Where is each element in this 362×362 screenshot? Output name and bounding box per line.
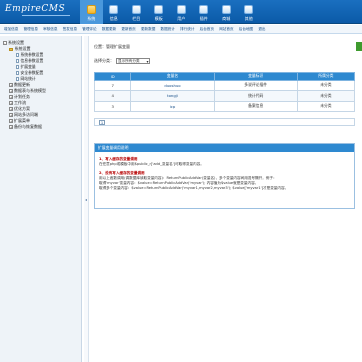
cell-category: 未分类 xyxy=(296,90,356,102)
sidebar-splitter[interactable]: ◂ xyxy=(84,36,89,362)
breadcrumb: 位置：管理扩展变量 xyxy=(94,44,130,49)
topnav-item[interactable]: 其他 xyxy=(238,0,261,24)
main-content: 位置：管理扩展变量 选择分类： 显示所有分类 ID 变量名 变量标识 所属分类 … xyxy=(90,36,362,362)
column-header-category: 所属分类 xyxy=(296,72,356,81)
topnav-item[interactable]: 信息 xyxy=(103,0,126,24)
subnav-link[interactable]: 更新数据 xyxy=(141,27,155,32)
sidebar: - 系统设置 系统设置 系统参数设置 信息参数设置 扩展变量 安全参数配置 网站统计 + 数据更新… xyxy=(0,36,82,362)
collapse-icon[interactable]: - xyxy=(3,41,7,45)
help-panel: 扩展变量调用说明 1、写入缓存的变量调用 在任意php或模板中用$public_… xyxy=(94,143,355,209)
subnav-link[interactable]: 数据统计 xyxy=(161,27,175,32)
cell-variable-label: 多说评论插件 xyxy=(213,79,298,91)
expand-icon[interactable]: + xyxy=(9,95,13,99)
expand-icon[interactable]: + xyxy=(9,101,13,105)
page-icon xyxy=(16,65,19,69)
expand-icon[interactable]: + xyxy=(9,107,13,111)
page-1-button[interactable]: 1 xyxy=(99,119,105,125)
subnav-link[interactable]: 排行统计 xyxy=(180,27,194,32)
cell-variable-name[interactable]: tongji xyxy=(130,90,215,102)
sidebar-tree-item[interactable]: + 备份与恢复数据 xyxy=(3,124,81,130)
page-icon xyxy=(16,71,19,75)
cell-variable-name[interactable]: duoshuo xyxy=(130,79,215,91)
expand-icon[interactable]: + xyxy=(9,119,13,123)
subnav-link[interactable]: 数据更新 xyxy=(102,27,116,32)
module-icon xyxy=(244,5,254,14)
topnav-label: 栏目 xyxy=(132,16,141,21)
cell-variable-label: 备案信息 xyxy=(213,100,298,112)
topnav-item[interactable]: 系统 xyxy=(80,0,103,24)
cell-id: 4 xyxy=(93,90,132,102)
cell-variable-name[interactable]: icp xyxy=(130,100,215,112)
subnav-link[interactable]: 后台首页 xyxy=(200,27,214,32)
subnav-link[interactable]: 后台地图 xyxy=(239,27,253,32)
expand-icon[interactable]: + xyxy=(9,113,13,117)
add-variable-button[interactable] xyxy=(356,42,362,51)
expand-icon[interactable]: + xyxy=(9,125,13,129)
topnav-item[interactable]: 栏目 xyxy=(125,0,148,24)
module-icon xyxy=(154,5,164,14)
expand-icon[interactable]: + xyxy=(9,89,13,93)
top-header: EmpireCMS 系统 信息 栏目 模板 用户 插件 商城 其他 xyxy=(0,0,362,24)
topnav-item[interactable]: 用户 xyxy=(170,0,193,24)
topnav-item[interactable]: 模板 xyxy=(148,0,171,24)
topnav-label: 商城 xyxy=(222,16,231,21)
cell-category: 未分类 xyxy=(296,79,356,91)
pagination: 1 xyxy=(94,118,355,126)
topnav-label: 信息 xyxy=(109,16,118,21)
help-example-multi: 取得多个变量内容：$value=ReturnPublicAddVar('myva… xyxy=(99,186,289,190)
subnav-link[interactable]: 管理评论 xyxy=(82,27,96,32)
cell-category: 未分类 xyxy=(296,100,356,112)
topnav-item[interactable]: 插件 xyxy=(193,0,216,24)
subnav-link[interactable]: 审核信息 xyxy=(43,27,57,32)
cell-id: 3 xyxy=(93,100,132,112)
subnav-link[interactable]: 更新首页 xyxy=(121,27,135,32)
top-nav: 系统 信息 栏目 模板 用户 插件 商城 其他 xyxy=(80,0,260,24)
logo: EmpireCMS xyxy=(5,4,66,14)
logo-underline xyxy=(22,15,70,18)
table-row[interactable]: 7 duoshuo 多说评论插件 未分类 xyxy=(93,79,356,91)
module-icon xyxy=(221,5,231,14)
module-icon xyxy=(176,5,186,14)
module-icon xyxy=(199,5,209,14)
subnav-link[interactable]: 退出 xyxy=(258,27,265,32)
category-select[interactable]: 显示所有分类 xyxy=(116,58,150,64)
table-header-row: ID 变量名 变量标识 所属分类 xyxy=(93,72,356,81)
module-icon xyxy=(86,5,96,14)
subnav-link[interactable]: 增加信息 xyxy=(4,27,18,32)
column-header-name: 变量名 xyxy=(130,72,215,81)
variables-table: ID 变量名 变量标识 所属分类 7 duoshuo 多说评论插件 未分类 4 tongj… xyxy=(93,72,356,112)
topnav-label: 用户 xyxy=(177,16,186,21)
category-filter: 选择分类： 显示所有分类 xyxy=(94,58,150,64)
table-row[interactable]: 3 icp 备案信息 未分类 xyxy=(93,100,356,112)
page-icon xyxy=(16,53,19,57)
subnav-link[interactable]: 签发信息 xyxy=(63,27,77,32)
module-icon xyxy=(131,5,141,14)
page-icon xyxy=(16,59,19,63)
help-title: 扩展变量调用说明 xyxy=(95,144,354,152)
page-icon xyxy=(16,77,19,81)
help-text-cached: 在任意php或模板中用$public_r['add_变量名']可取得变量内容。 xyxy=(99,162,204,166)
cell-variable-label: 统计代码 xyxy=(213,90,298,102)
cell-id: 7 xyxy=(93,79,132,91)
filter-label: 选择分类： xyxy=(94,58,114,63)
tree-item-label: 备份与恢复数据 xyxy=(14,124,42,129)
topnav-label: 其他 xyxy=(244,16,253,21)
column-header-label: 变量标识 xyxy=(213,72,298,81)
help-body: 1、写入缓存的变量调用 在任意php或模板中用$public_r['add_变量… xyxy=(95,152,354,194)
sidebar-tree: - 系统设置 系统设置 系统参数设置 信息参数设置 扩展变量 安全参数配置 网站统计 + 数据更新… xyxy=(0,36,81,130)
folder-icon xyxy=(9,47,13,51)
subnav-link[interactable]: 管理信息 xyxy=(24,27,38,32)
expand-icon[interactable]: + xyxy=(9,83,13,87)
topnav-label: 模板 xyxy=(154,16,163,21)
topnav-label: 插件 xyxy=(199,16,208,21)
table-row[interactable]: 4 tongji 统计代码 未分类 xyxy=(93,90,356,102)
column-header-id: ID xyxy=(93,72,132,81)
subnav-link[interactable]: 网站首页 xyxy=(219,27,233,32)
module-icon xyxy=(109,5,119,14)
topnav-label: 系统 xyxy=(87,16,96,21)
topnav-item[interactable]: 商城 xyxy=(215,0,238,24)
collapse-arrow-icon[interactable]: ◂ xyxy=(85,197,87,202)
sub-nav: 增加信息 管理信息 审核信息 签发信息 管理评论 数据更新 更新首页 更新数据 数据统计 排行统计… xyxy=(0,25,362,34)
